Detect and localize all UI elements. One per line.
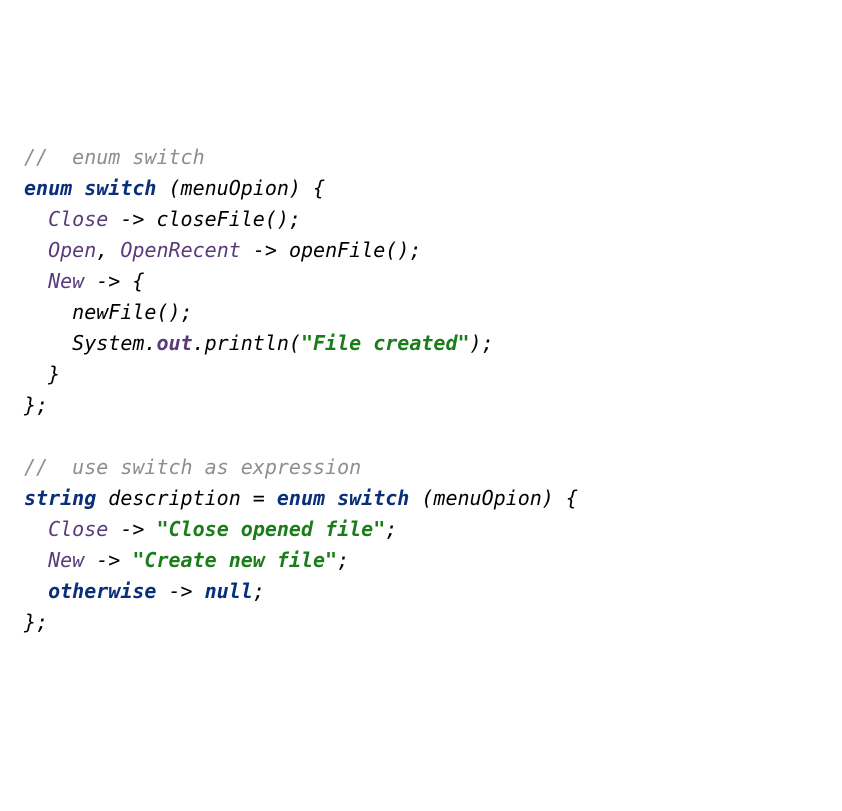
comment: // use switch as expression bbox=[24, 455, 361, 479]
enum-constant: OpenRecent bbox=[120, 238, 240, 262]
keyword-enum: enum bbox=[24, 176, 72, 200]
string-literal: "Close opened file" bbox=[156, 517, 385, 541]
indent bbox=[24, 517, 48, 541]
code-line-8: } bbox=[24, 359, 818, 390]
arrow: -> bbox=[84, 548, 132, 572]
enum-constant: New bbox=[48, 269, 84, 293]
code-text: ); bbox=[470, 331, 494, 355]
indent bbox=[24, 238, 48, 262]
enum-constant: New bbox=[48, 548, 84, 572]
keyword-enum: enum bbox=[277, 486, 325, 510]
code-text: }; bbox=[24, 393, 48, 417]
comment: // enum switch bbox=[24, 145, 205, 169]
code-line-5: New -> { bbox=[24, 266, 818, 297]
code-text: (menuOpion) { bbox=[156, 176, 325, 200]
keyword-null: null bbox=[205, 579, 253, 603]
separator: , bbox=[96, 238, 120, 262]
code-text: .println( bbox=[193, 331, 301, 355]
code-text: System. bbox=[72, 331, 156, 355]
code-line-11: string description = enum switch (menuOp… bbox=[24, 483, 818, 514]
indent bbox=[24, 269, 48, 293]
semicolon: ; bbox=[253, 579, 265, 603]
arrow: -> bbox=[108, 517, 156, 541]
keyword-switch: switch bbox=[337, 486, 409, 510]
blank-line bbox=[24, 421, 818, 452]
keyword-switch: switch bbox=[84, 176, 156, 200]
code-text: newFile(); bbox=[24, 300, 193, 324]
enum-constant: Open bbox=[48, 238, 96, 262]
code-line-14: otherwise -> null; bbox=[24, 576, 818, 607]
code-line-15: }; bbox=[24, 607, 818, 638]
indent bbox=[24, 331, 72, 355]
code-line-13: New -> "Create new file"; bbox=[24, 545, 818, 576]
string-literal: "Create new file" bbox=[132, 548, 337, 572]
string-literal: "File created" bbox=[301, 331, 470, 355]
code-text: }; bbox=[24, 610, 48, 634]
field-out: out bbox=[156, 331, 192, 355]
semicolon: ; bbox=[385, 517, 397, 541]
code-line-9: }; bbox=[24, 390, 818, 421]
code-line-4: Open, OpenRecent -> openFile(); bbox=[24, 235, 818, 266]
code-block: // enum switchenum switch (menuOpion) { … bbox=[24, 142, 818, 638]
arrow: -> bbox=[156, 579, 204, 603]
code-line-10: // use switch as expression bbox=[24, 452, 818, 483]
code-text: -> openFile(); bbox=[241, 238, 422, 262]
enum-constant: Close bbox=[48, 207, 108, 231]
code-line-6: newFile(); bbox=[24, 297, 818, 328]
keyword-string: string bbox=[24, 486, 96, 510]
code-text: -> closeFile(); bbox=[108, 207, 301, 231]
indent bbox=[24, 548, 48, 572]
indent bbox=[24, 207, 48, 231]
code-line-3: Close -> closeFile(); bbox=[24, 204, 818, 235]
indent bbox=[24, 579, 48, 603]
code-text: (menuOpion) { bbox=[409, 486, 578, 510]
code-text: } bbox=[24, 362, 60, 386]
code-text bbox=[24, 424, 36, 448]
code-line-7: System.out.println("File created"); bbox=[24, 328, 818, 359]
code-text: -> { bbox=[84, 269, 144, 293]
code-line-2: enum switch (menuOpion) { bbox=[24, 173, 818, 204]
code-line-1: // enum switch bbox=[24, 142, 818, 173]
code-text: description = bbox=[96, 486, 277, 510]
code-line-12: Close -> "Close opened file"; bbox=[24, 514, 818, 545]
semicolon: ; bbox=[337, 548, 349, 572]
keyword-otherwise: otherwise bbox=[48, 579, 156, 603]
enum-constant: Close bbox=[48, 517, 108, 541]
